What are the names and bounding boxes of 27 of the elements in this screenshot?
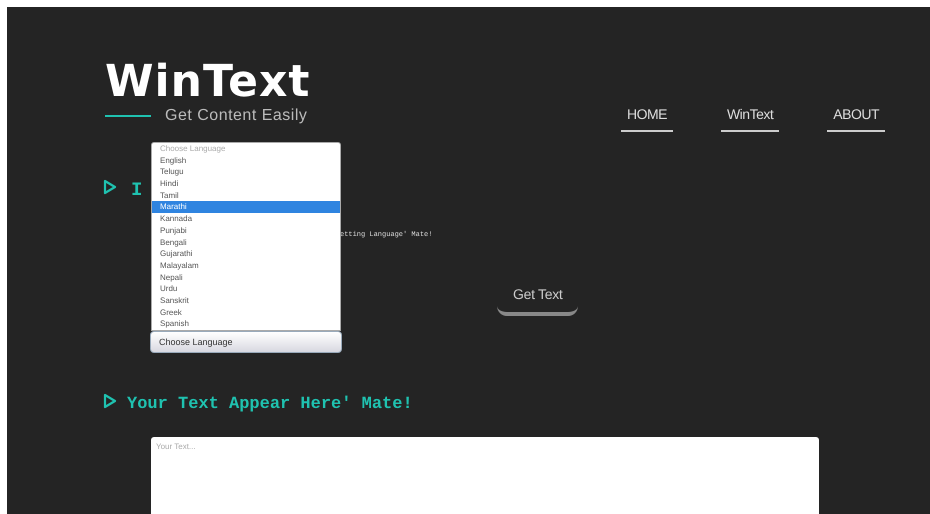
dropdown-option[interactable]: Spanish: [152, 318, 340, 330]
text-area[interactable]: Your Text...: [151, 437, 819, 514]
dropdown-option[interactable]: Marathi: [152, 201, 340, 214]
get-text-button[interactable]: Get Text: [497, 282, 578, 316]
dropdown-option[interactable]: Urdu: [152, 283, 340, 295]
dropdown-option[interactable]: Sanskrit: [152, 294, 340, 307]
dropdown-option[interactable]: Punjabi: [152, 224, 340, 236]
dropdown-option[interactable]: Greek: [152, 306, 340, 318]
dropdown-option[interactable]: Kannada: [152, 213, 340, 225]
nav-link[interactable]: HOME: [620, 106, 673, 132]
section-heading: I: [131, 179, 142, 201]
dropdown-option[interactable]: Telugu: [152, 166, 340, 178]
play-icon: [103, 179, 117, 195]
section-heading: Your Text Appear Here' Mate!: [127, 394, 413, 414]
nav-link[interactable]: ABOUT: [827, 106, 885, 132]
language-select[interactable]: Choose Language: [150, 331, 342, 353]
nav-link[interactable]: WinText: [720, 106, 780, 132]
dropdown-option[interactable]: Gujarathi: [152, 248, 340, 260]
dropdown-option[interactable]: Malayalam: [152, 260, 340, 272]
play-icon: [103, 393, 117, 409]
logo: WinText: [105, 59, 310, 105]
dropdown-option[interactable]: Hindi: [152, 178, 340, 190]
dropdown-option[interactable]: Nepali: [152, 272, 340, 284]
dropdown-option[interactable]: Tamil: [152, 190, 340, 202]
tagline: Get Content Easily: [165, 107, 308, 125]
dropdown-option[interactable]: English: [152, 154, 340, 166]
dropdown-option[interactable]: Bengali: [152, 236, 340, 248]
